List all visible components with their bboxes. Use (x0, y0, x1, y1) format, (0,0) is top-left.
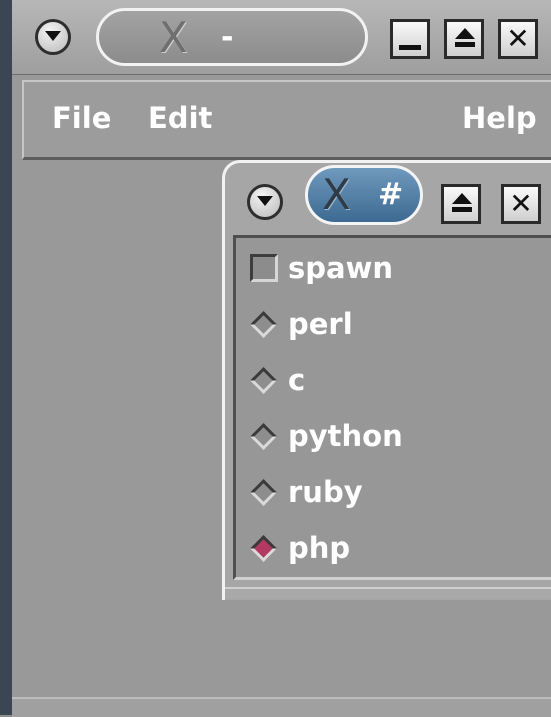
radio-diamond-icon[interactable] (250, 311, 277, 338)
x-logo-icon: X (159, 13, 188, 62)
child-window-bottom-edge (225, 587, 551, 599)
child-window-menu-button[interactable] (247, 184, 283, 220)
options-panel: spawn perl c python ruby php (233, 235, 551, 580)
bottom-edge (12, 697, 551, 717)
radio-label: python (288, 419, 403, 453)
minimize-button[interactable] (390, 19, 430, 59)
maximize-button[interactable] (444, 19, 484, 59)
radio-label: c (288, 363, 306, 397)
child-title-pill: X # (305, 165, 423, 225)
radio-diamond-icon[interactable] (250, 367, 277, 394)
window-menu-button[interactable] (35, 19, 71, 55)
close-icon: ✕ (509, 187, 533, 220)
menu-edit[interactable]: Edit (148, 100, 212, 136)
eject-bar-icon (452, 207, 472, 212)
desktop-edge (0, 0, 12, 715)
menu-file[interactable]: File (52, 100, 111, 136)
radio-diamond-icon[interactable] (250, 479, 277, 506)
chevron-down-icon (45, 31, 61, 41)
eject-bar-icon (455, 42, 475, 47)
minimize-icon (399, 45, 421, 50)
chevron-down-icon (257, 196, 273, 206)
child-close-button[interactable]: ✕ (501, 184, 541, 224)
menubar: File Edit Help (22, 80, 551, 160)
close-icon: ✕ (506, 22, 530, 55)
radio-label: ruby (288, 475, 363, 509)
radio-diamond-selected-icon[interactable] (250, 535, 277, 562)
radio-label: perl (288, 307, 353, 341)
radio-label: php (288, 531, 351, 565)
window-title: - (221, 20, 234, 55)
child-maximize-button[interactable] (441, 184, 481, 224)
menu-help[interactable]: Help (462, 100, 537, 136)
main-title-pill: X - (96, 8, 368, 66)
x-logo-icon: X (322, 170, 351, 219)
eject-icon (455, 28, 475, 39)
child-window: X # ✕ spawn perl c python ruby php (222, 160, 551, 600)
main-titlebar[interactable]: X - ✕ (12, 0, 551, 75)
child-titlebar[interactable]: X # ✕ (225, 163, 551, 229)
radio-diamond-icon[interactable] (250, 423, 277, 450)
close-button[interactable]: ✕ (498, 19, 538, 59)
eject-icon (452, 193, 472, 204)
child-window-title: # (378, 177, 404, 212)
checkbox-icon[interactable] (250, 254, 278, 282)
checkbox-label: spawn (288, 251, 394, 285)
